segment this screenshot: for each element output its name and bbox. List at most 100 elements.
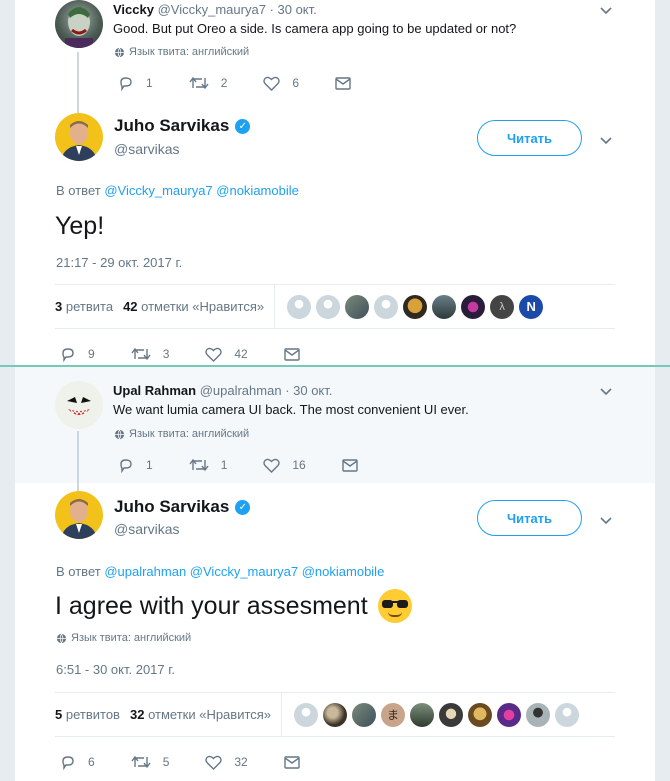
liker-avatar[interactable]: [352, 702, 377, 727]
message-button[interactable]: [342, 458, 358, 472]
reply-mentions[interactable]: @Viccky_maurya7 @nokiamobile: [104, 183, 299, 198]
avatar-sarvikas[interactable]: [55, 113, 103, 161]
reply-icon: [62, 756, 74, 770]
likes-stat-label: отметки «Нравится»: [141, 299, 265, 314]
reply-count: 9: [88, 347, 95, 361]
like-button[interactable]: 42: [205, 347, 248, 362]
author-name[interactable]: Juho Sarvikas: [114, 116, 229, 136]
author-name[interactable]: Juho Sarvikas: [114, 497, 229, 517]
reply-button[interactable]: 6: [60, 754, 95, 770]
verified-icon: ✓: [235, 499, 251, 515]
retweet-count: 5: [162, 755, 170, 769]
tweet-text: We want lumia camera UI back. The most c…: [113, 402, 469, 417]
retweet-icon: [189, 458, 209, 472]
reply-button[interactable]: 9: [60, 346, 95, 362]
liker-avatar[interactable]: [374, 294, 399, 319]
tweet-header: Viccky @Viccky_maurya7 · 30 окт.: [113, 2, 317, 17]
retweets-stat-label: ретвитов: [65, 707, 120, 722]
author-name[interactable]: Upal Rahman: [113, 383, 196, 398]
main-tweet-2: Juho Sarvikas ✓ @sarvikas Читать В ответ…: [15, 483, 655, 781]
engagement-stats: 5 ретвитов 32 отметки «Нравится» ま: [55, 692, 615, 737]
chevron-down-icon[interactable]: [600, 514, 612, 528]
like-button[interactable]: 32: [205, 755, 248, 770]
tweet-date[interactable]: · 30 окт.: [285, 383, 332, 398]
like-button[interactable]: 6: [263, 76, 299, 91]
liker-avatar[interactable]: [432, 294, 457, 319]
likes-stat[interactable]: 42 отметки «Нравится»: [123, 299, 264, 314]
tweet-timestamp[interactable]: 6:51 - 30 окт. 2017 г.: [56, 662, 175, 677]
retweet-button[interactable]: 1: [189, 458, 227, 472]
likes-stat[interactable]: 32 отметки «Нравится»: [130, 707, 271, 722]
liker-avatar[interactable]: ま: [381, 702, 406, 727]
liker-avatar[interactable]: [345, 294, 370, 319]
retweet-button[interactable]: 5: [131, 755, 170, 769]
reply-context: В ответ @upalrahman @Viccky_maurya7 @nok…: [56, 564, 384, 579]
thread-line: [77, 483, 79, 491]
likes-stat-label: отметки «Нравится»: [148, 707, 272, 722]
tweet-text: Yep!: [55, 212, 104, 241]
retweet-button[interactable]: 3: [131, 347, 170, 361]
retweets-stat[interactable]: 3 ретвита: [55, 299, 113, 314]
liker-avatar[interactable]: [439, 702, 464, 727]
message-button[interactable]: [284, 755, 300, 769]
globe-icon: [56, 633, 67, 644]
liker-avatar[interactable]: [555, 702, 580, 727]
tweet-timestamp[interactable]: 21:17 - 29 окт. 2017 г.: [56, 255, 182, 270]
reply-tweet-viccky[interactable]: Viccky @Viccky_maurya7 · 30 окт. Good. B…: [15, 0, 655, 112]
reply-button[interactable]: 1: [118, 457, 153, 473]
avatar-upalrahman[interactable]: [55, 381, 103, 429]
avatar-sarvikas[interactable]: [55, 491, 103, 539]
like-button[interactable]: 16: [263, 458, 306, 473]
liker-avatar[interactable]: [316, 294, 341, 319]
engagement-stats: 3 ретвита 42 отметки «Нравится» λ N: [55, 284, 615, 329]
author-handle[interactable]: @Viccky_maurya7: [158, 2, 266, 17]
liker-avatar[interactable]: [294, 702, 319, 727]
tweet-date[interactable]: · 30 окт.: [270, 2, 317, 17]
tweet-header: Upal Rahman @upalrahman · 30 окт.: [113, 383, 332, 398]
reply-icon: [120, 77, 132, 91]
liker-avatar[interactable]: [468, 702, 493, 727]
chevron-down-icon[interactable]: [600, 385, 612, 399]
author-handle[interactable]: @sarvikas: [114, 521, 180, 537]
liker-avatar[interactable]: [403, 294, 428, 319]
like-count: 32: [234, 755, 248, 769]
retweet-button[interactable]: 2: [189, 76, 227, 90]
retweets-stat[interactable]: 5 ретвитов: [55, 707, 120, 722]
message-button[interactable]: [284, 347, 300, 361]
reply-icon: [120, 459, 132, 473]
liker-avatar[interactable]: [323, 702, 348, 727]
envelope-icon: [284, 347, 300, 361]
reply-mentions[interactable]: @upalrahman @Viccky_maurya7 @nokiamobile: [104, 564, 384, 579]
liker-avatar[interactable]: [497, 702, 522, 727]
reply-prefix: В ответ: [56, 183, 101, 198]
verified-icon: ✓: [235, 118, 251, 134]
liker-avatar[interactable]: [410, 702, 435, 727]
author-handle[interactable]: @sarvikas: [114, 141, 180, 157]
message-button[interactable]: [335, 76, 351, 90]
follow-button[interactable]: Читать: [477, 500, 582, 536]
liker-avatar[interactable]: N: [519, 294, 544, 319]
author-handle[interactable]: @upalrahman: [200, 383, 282, 398]
liker-avatar[interactable]: [287, 294, 312, 319]
tweet-text: Good. But put Oreo a side. Is camera app…: [113, 21, 517, 36]
reply-count: 1: [146, 458, 153, 472]
language-label: Язык твита: английский: [71, 632, 192, 644]
author-name[interactable]: Viccky: [113, 2, 154, 17]
follow-button[interactable]: Читать: [477, 120, 582, 156]
sunglasses-emoji-icon: [377, 589, 412, 623]
reply-tweet-upal[interactable]: Upal Rahman @upalrahman · 30 окт. We wan…: [15, 367, 655, 483]
reply-button[interactable]: 1: [118, 75, 153, 91]
liker-avatar[interactable]: [461, 294, 486, 319]
like-count: 42: [234, 347, 248, 361]
envelope-icon: [335, 76, 351, 90]
chevron-down-icon[interactable]: [600, 4, 612, 18]
language-label: Язык твита: английский: [129, 46, 250, 58]
avatar-viccky[interactable]: [55, 0, 103, 48]
chevron-down-icon[interactable]: [600, 134, 612, 148]
liker-avatar[interactable]: [526, 702, 551, 727]
liker-avatar[interactable]: λ: [490, 294, 515, 319]
language-label: Язык твита: английский: [129, 428, 250, 440]
retweet-icon: [131, 347, 151, 361]
likes-stat-count: 42: [123, 299, 138, 314]
retweet-count: 3: [162, 347, 170, 361]
